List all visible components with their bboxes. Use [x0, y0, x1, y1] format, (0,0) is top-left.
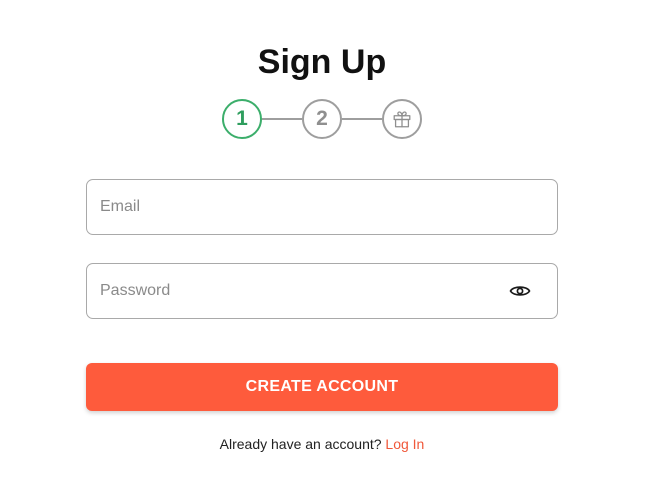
step-2-label: 2 — [316, 107, 328, 130]
step-1-label: 1 — [236, 107, 248, 130]
login-link[interactable]: Log In — [385, 436, 424, 452]
email-field[interactable] — [100, 180, 500, 234]
step-2-indicator: 2 — [302, 99, 342, 139]
password-field-container — [86, 263, 558, 319]
signup-stepper: 1 2 — [222, 99, 422, 139]
login-prompt: Already have an account? Log In — [0, 434, 644, 454]
gift-icon — [391, 108, 413, 130]
page-title: Sign Up — [257, 43, 387, 81]
step-1-indicator: 1 — [222, 99, 262, 139]
step-connector — [262, 118, 302, 120]
create-account-button[interactable]: CREATE ACCOUNT — [86, 363, 558, 411]
eye-icon[interactable] — [509, 281, 531, 301]
email-field-container — [86, 179, 558, 235]
signup-page: Sign Up 1 2 Email CREATE ACCOUNT Already… — [0, 0, 648, 500]
step-3-indicator — [382, 99, 422, 139]
password-field[interactable] — [100, 264, 500, 318]
login-prompt-text: Already have an account? — [219, 436, 386, 452]
step-connector — [342, 118, 382, 120]
